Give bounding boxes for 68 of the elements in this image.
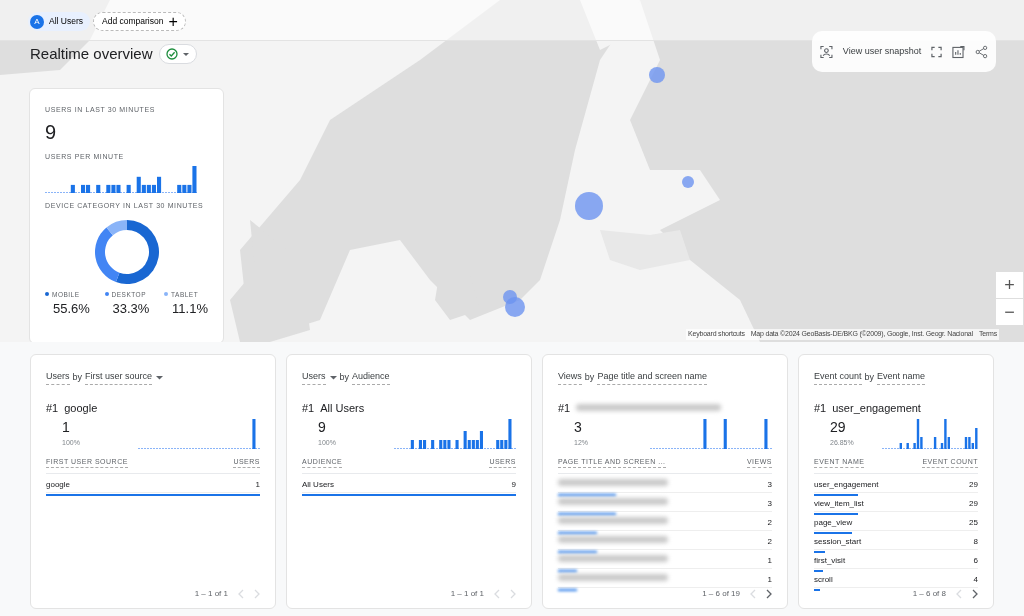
row-value: 4: [973, 574, 978, 586]
title-link[interactable]: Views: [558, 370, 582, 385]
row-label: All Users: [302, 479, 334, 491]
row-label: view_item_list: [814, 498, 864, 510]
row-value: 6: [973, 555, 978, 567]
dimension-dropdown[interactable]: First user source: [85, 370, 164, 385]
row-value: 9: [511, 479, 516, 491]
top-item-name: google: [64, 400, 98, 416]
title-link[interactable]: Audience: [352, 370, 390, 385]
rank-label: #1: [302, 400, 315, 416]
title-text: by: [864, 370, 875, 384]
chevron-right-icon[interactable]: [972, 589, 978, 599]
dimension-dropdown[interactable]: Users: [302, 370, 337, 385]
legend-value: 11.1%: [172, 300, 208, 319]
row-value: 2: [767, 517, 772, 529]
row-value: 1: [767, 555, 772, 567]
row-value: 1: [767, 574, 772, 586]
top-item-value: 9: [318, 420, 327, 434]
audience-chip[interactable]: A All Users: [28, 12, 90, 31]
top-item-name: user_engagement: [832, 400, 921, 416]
title-link[interactable]: Event name: [877, 370, 926, 385]
title-link[interactable]: Users: [46, 370, 70, 385]
legend-value: 55.6%: [53, 300, 90, 319]
title-text: by: [339, 370, 350, 384]
title-text: by: [72, 370, 83, 384]
title-text: by: [584, 370, 595, 384]
row-value: 1: [255, 479, 260, 491]
row-label: user_engagement: [814, 479, 879, 491]
top-item-name: All Users: [320, 400, 365, 416]
row-value: 29: [969, 479, 978, 491]
legend-value: 33.3%: [112, 300, 150, 319]
pagination-text: 1 – 1 of 1: [450, 588, 484, 600]
metric-value: 9: [45, 119, 58, 144]
row-label: scroll: [814, 574, 833, 586]
row-label: google: [46, 479, 71, 491]
row-label: first_visit: [814, 555, 846, 567]
row-value: 3: [767, 498, 772, 510]
row-value: 8: [973, 536, 978, 548]
title-link[interactable]: Event count: [814, 370, 862, 385]
zoom-in-button[interactable]: +: [996, 272, 1023, 298]
add-comparison-button[interactable]: Add comparison +: [93, 12, 186, 31]
rank-label: #1: [814, 400, 827, 416]
row-label: session_start: [814, 536, 862, 548]
caret-icon: [181, 50, 190, 59]
top-item-value: 29: [830, 420, 847, 434]
top-item-value: 1: [62, 420, 71, 434]
row-value: 2: [767, 536, 772, 548]
pagination-text: 1 – 6 of 19: [702, 588, 740, 600]
zoom-out-button[interactable]: −: [996, 299, 1023, 325]
row-label: page_view: [814, 517, 853, 529]
row-value: 29: [969, 498, 978, 510]
caret-icon: [329, 373, 337, 381]
pagination-text: 1 – 6 of 8: [912, 588, 946, 600]
fullscreen-icon: [931, 45, 943, 58]
row-value: 3: [767, 479, 772, 491]
pagination-text: 1 – 1 of 1: [194, 588, 228, 600]
caret-icon: [156, 373, 164, 381]
share-icon: [975, 44, 988, 59]
rank-label: #1: [558, 400, 571, 416]
page-title: Realtime overview: [30, 44, 153, 64]
top-item-value: 3: [574, 420, 583, 434]
title-link[interactable]: Page title and screen name: [597, 370, 707, 385]
rank-label: #1: [46, 400, 59, 416]
row-value: 25: [969, 517, 978, 529]
view-user-snapshot-button[interactable]: View user snapshot: [842, 44, 922, 59]
person-scan-icon: [820, 44, 833, 59]
edit-chart-icon: [952, 44, 966, 59]
chevron-right-icon[interactable]: [766, 589, 772, 599]
